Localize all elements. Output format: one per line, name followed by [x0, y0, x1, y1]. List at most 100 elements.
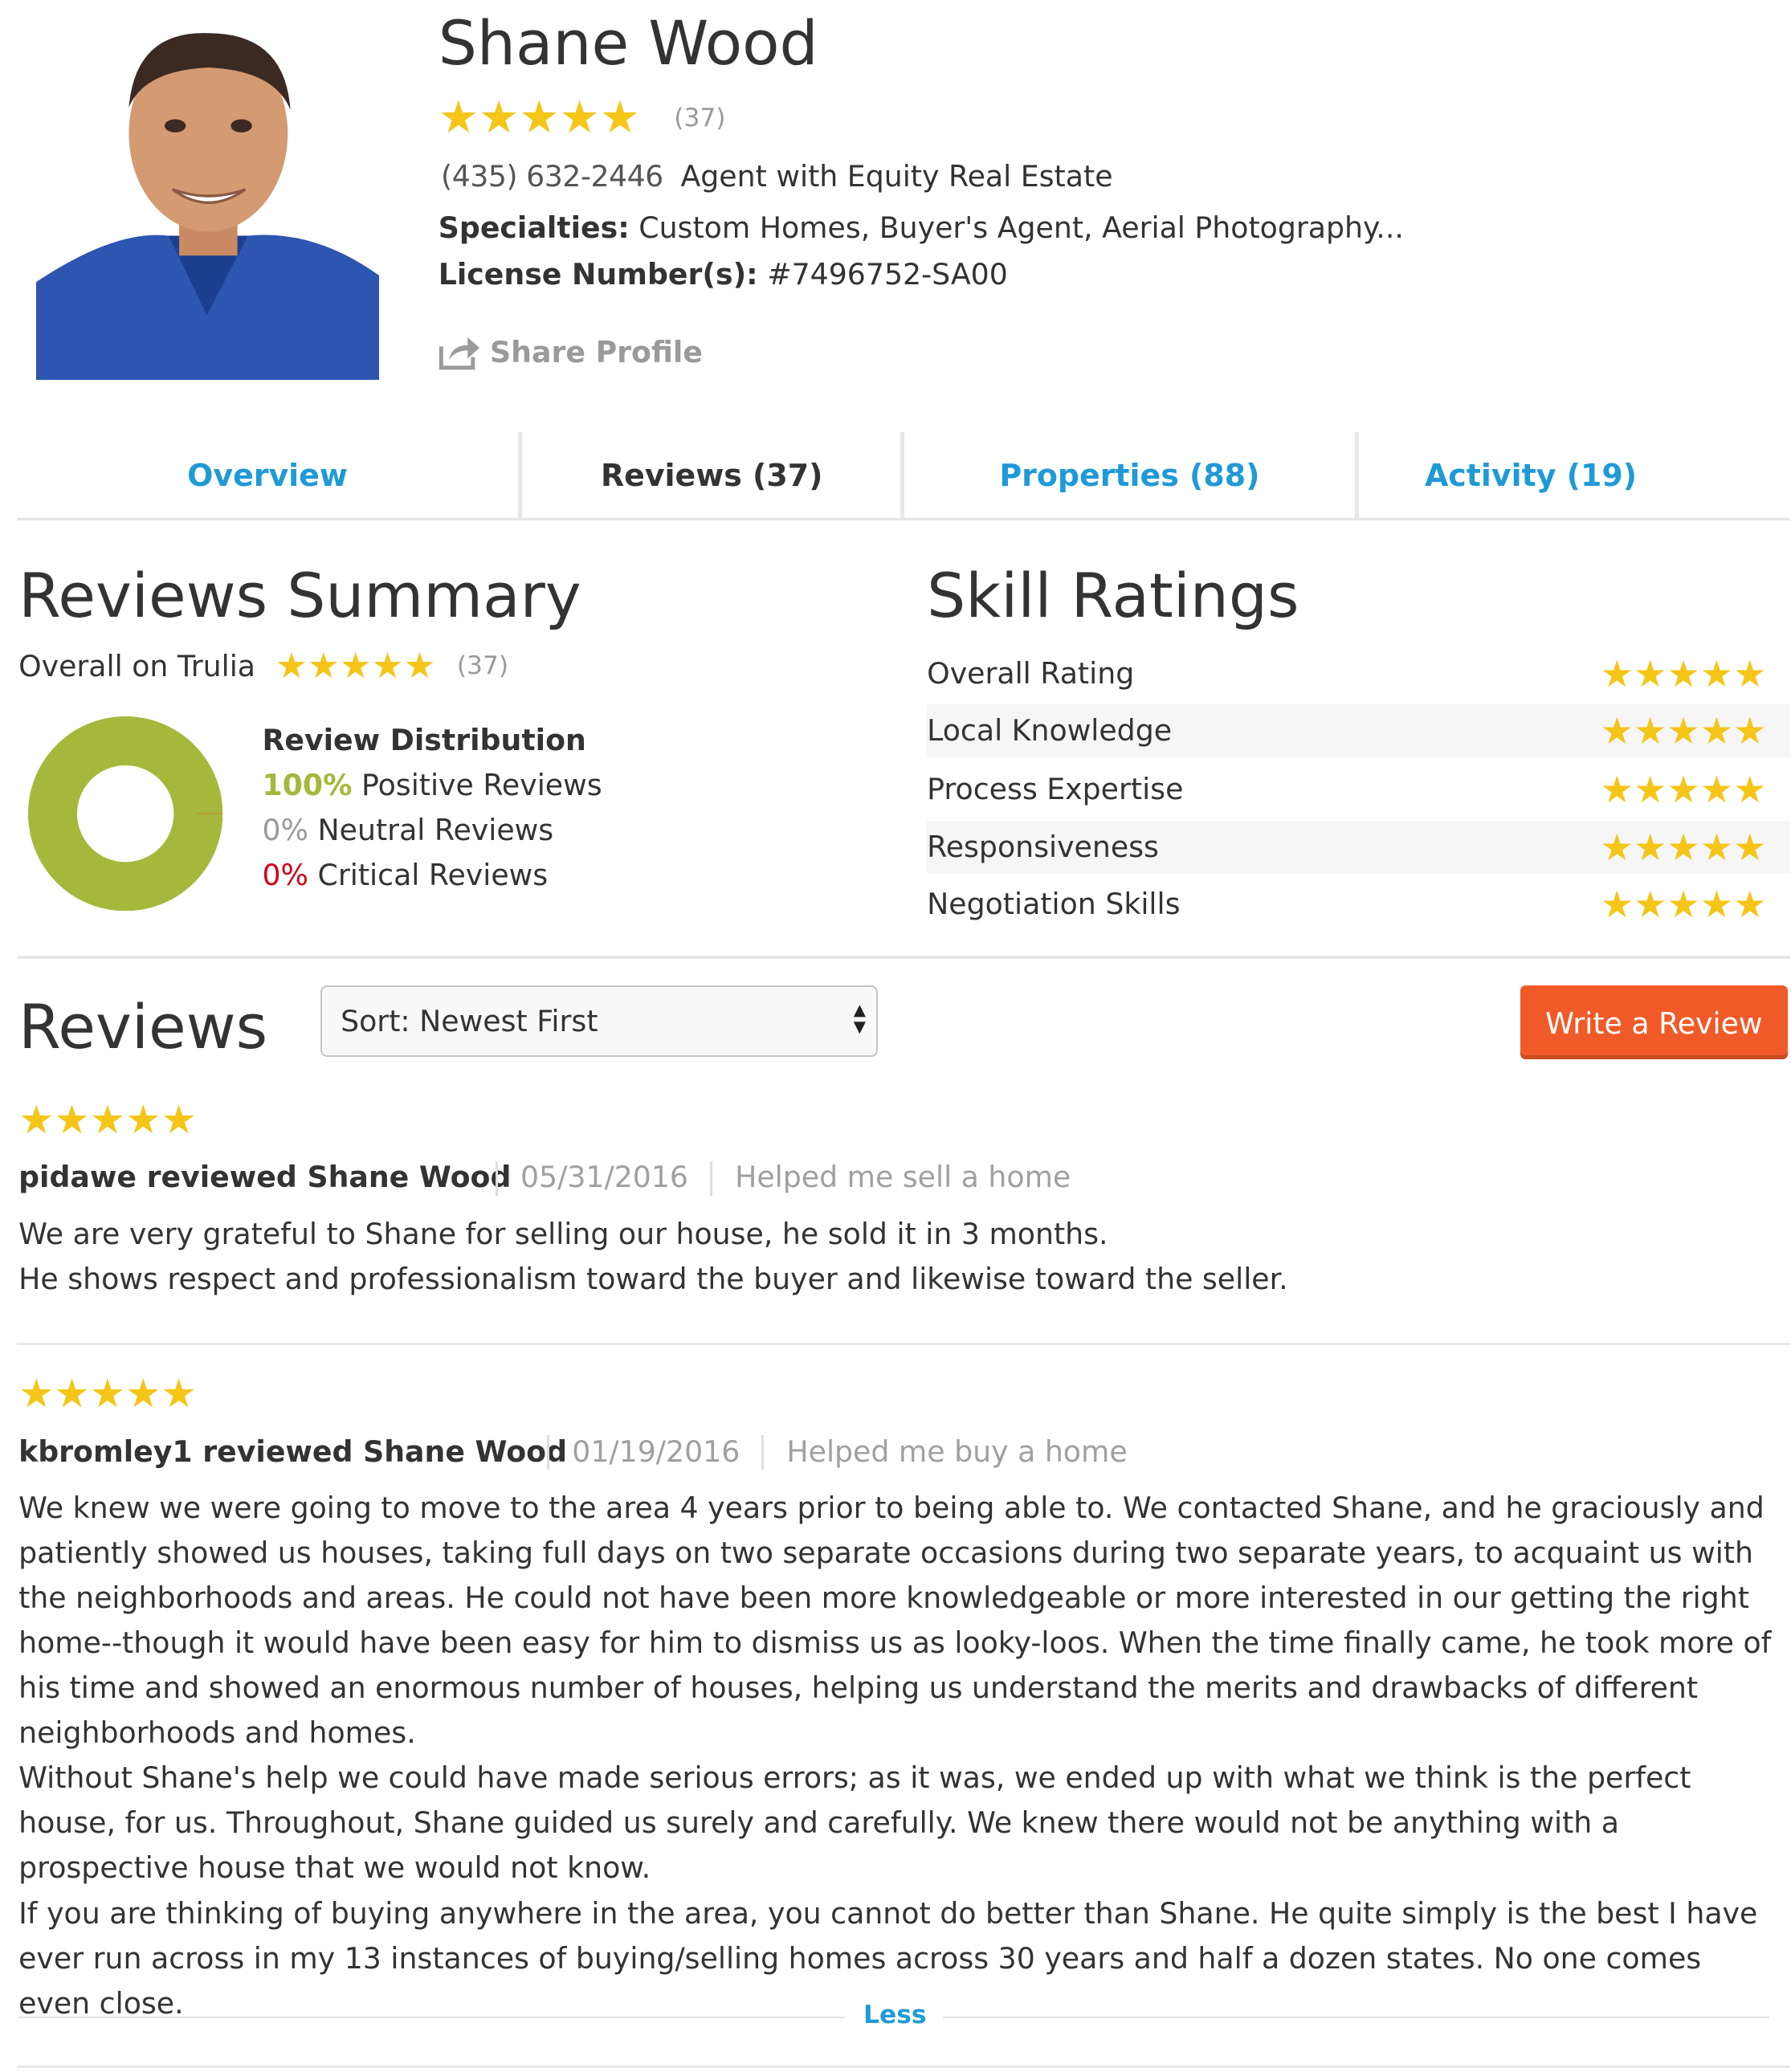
review-distribution-title: Review Distribution	[262, 723, 586, 758]
review-title: pidawe reviewed Shane Wood	[18, 1160, 512, 1195]
skill-row-local-knowledge: Local Knowledge ★★★★★	[927, 704, 1791, 758]
star-icon: ★	[339, 645, 372, 687]
tab-activity[interactable]: Activity (19)	[1359, 432, 1703, 518]
agent-phone[interactable]: (435) 632-2446	[441, 159, 663, 194]
sort-select-value: Sort: Newest First	[341, 1003, 598, 1038]
meta-separator	[495, 1160, 498, 1196]
star-icon: ★	[18, 1096, 55, 1144]
skill-label: Overall Rating	[927, 656, 1135, 691]
positive-label: Positive Reviews	[361, 768, 602, 803]
overall-rating-stars: ★★★★★	[275, 645, 436, 687]
review-paragraph: He shows respect and professionalism tow…	[18, 1261, 1288, 1296]
star-icon: ★	[479, 91, 520, 144]
share-profile-label: Share Profile	[490, 335, 703, 370]
agent-license: License Number(s): #7496752-SA00	[439, 257, 1008, 292]
review-date: 05/31/2016	[520, 1160, 688, 1195]
star-icon: ★	[307, 645, 340, 687]
agent-rating-count: (37)	[674, 103, 726, 133]
star-icon: ★	[438, 91, 479, 144]
review-body: We knew we were going to move to the are…	[18, 1486, 1780, 2026]
meta-separator	[761, 1435, 765, 1470]
neutral-reviews-row: 0% Neutral Reviews	[262, 813, 553, 847]
specialties-label: Specialties:	[438, 210, 630, 246]
star-icon: ★	[559, 91, 600, 144]
star-icon: ★	[18, 1370, 55, 1417]
less-rule-left	[18, 2017, 845, 2018]
skill-label: Responsiveness	[927, 830, 1159, 865]
less-rule-right	[942, 2017, 1769, 2018]
profile-tabs: Overview Reviews (37) Properties (88) Ac…	[17, 431, 1791, 520]
reviews-title: Reviews	[18, 992, 268, 1063]
review-stars: ★★★★★	[18, 1374, 197, 1414]
review-date: 01/19/2016	[572, 1434, 740, 1469]
neutral-label: Neutral Reviews	[317, 813, 554, 848]
skill-label: Process Expertise	[927, 771, 1184, 806]
skill-row-overall: Overall Rating ★★★★★	[927, 647, 1790, 700]
star-icon: ★	[599, 91, 640, 144]
agent-company: Agent with Equity Real Estate	[680, 158, 1113, 194]
skill-stars: ★★★★★	[1600, 883, 1767, 927]
skill-stars: ★★★★★	[1600, 709, 1767, 753]
review-title: kbromley1 reviewed Shane Wood	[18, 1434, 568, 1469]
critical-reviews-row: 0% Critical Reviews	[262, 858, 548, 892]
license-label: License Number(s):	[438, 256, 758, 292]
section-divider	[17, 956, 1791, 959]
star-icon: ★	[54, 1370, 90, 1417]
write-review-button[interactable]: Write a Review	[1520, 985, 1788, 1060]
neutral-pct: 0%	[262, 813, 308, 848]
meta-separator	[546, 1435, 550, 1470]
skill-stars: ★★★★★	[1600, 767, 1767, 811]
review-paragraph: Without Shane's help we could have made …	[18, 1760, 1691, 1886]
review-body: We are very grateful to Shane for sellin…	[18, 1212, 1780, 1302]
agent-photo	[35, 3, 379, 381]
share-icon	[439, 337, 479, 370]
review-divider	[17, 1342, 1791, 1346]
star-icon: ★	[371, 645, 404, 687]
meta-separator	[709, 1160, 713, 1196]
skill-row-negotiation-skills: Negotiation Skills ★★★★★	[927, 878, 1790, 931]
star-icon: ★	[125, 1096, 161, 1144]
tab-reviews[interactable]: Reviews (37)	[522, 432, 902, 518]
agent-rating-stars: ★★★★★	[439, 95, 640, 141]
review-tag: Helped me sell a home	[735, 1160, 1071, 1195]
skill-stars: ★★★★★	[1600, 652, 1767, 696]
star-icon: ★	[275, 645, 308, 687]
star-icon: ★	[89, 1370, 126, 1417]
star-icon: ★	[519, 91, 560, 144]
review-divider	[17, 2066, 1791, 2069]
skill-stars: ★★★★★	[1600, 826, 1767, 870]
sort-select[interactable]: Sort: Newest First ▲ ▼	[320, 985, 879, 1057]
skill-row-responsiveness: Responsiveness ★★★★★	[927, 821, 1791, 875]
positive-reviews-row: 100% Positive Reviews	[262, 768, 602, 802]
positive-pct: 100%	[262, 768, 353, 803]
star-icon: ★	[161, 1370, 197, 1417]
specialties-value: Custom Homes, Buyer's Agent, Aerial Phot…	[638, 210, 1404, 246]
critical-label: Critical Reviews	[317, 858, 549, 893]
skill-ratings-title: Skill Ratings	[927, 560, 1299, 631]
star-icon: ★	[403, 645, 436, 687]
star-icon: ★	[161, 1096, 197, 1144]
skill-label: Local Knowledge	[927, 713, 1173, 748]
skill-label: Negotiation Skills	[927, 887, 1181, 922]
star-icon: ★	[125, 1370, 161, 1417]
sort-arrows-icon: ▲ ▼	[853, 1000, 866, 1037]
overall-rating-count: (37)	[456, 651, 509, 681]
review-tag: Helped me buy a home	[786, 1434, 1128, 1469]
less-toggle[interactable]: Less	[863, 2001, 926, 2029]
agent-specialties: Specialties: Custom Homes, Buyer's Agent…	[439, 210, 1404, 245]
reviews-summary-title: Reviews Summary	[18, 560, 581, 631]
skill-row-process-expertise: Process Expertise ★★★★★	[927, 763, 1790, 816]
review-stars: ★★★★★	[18, 1099, 197, 1140]
agent-portrait	[35, 3, 379, 381]
agent-name: Shane Wood	[438, 8, 818, 80]
star-icon: ★	[54, 1096, 90, 1144]
license-value: #7496752-SA00	[767, 256, 1008, 292]
tab-overview[interactable]: Overview	[17, 432, 517, 518]
review-paragraph: We are very grateful to Shane for sellin…	[18, 1216, 1108, 1251]
critical-pct: 0%	[262, 858, 308, 893]
review-paragraph: We knew we were going to move to the are…	[18, 1490, 1772, 1751]
donut-positive-segment	[27, 716, 222, 912]
tab-properties[interactable]: Properties (88)	[904, 432, 1355, 518]
review-distribution-donut	[27, 716, 222, 912]
star-icon: ★	[89, 1096, 126, 1144]
